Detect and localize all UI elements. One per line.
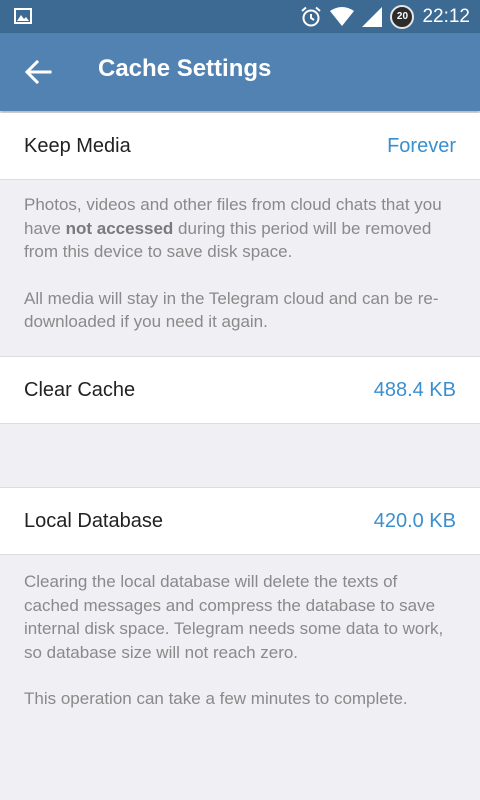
clear-cache-row[interactable]: Clear Cache 488.4 KB: [0, 357, 480, 423]
keep-media-row[interactable]: Keep Media Forever: [0, 113, 480, 179]
divider: [0, 423, 480, 424]
clear-cache-label: Clear Cache: [24, 379, 136, 401]
keep-media-info: Photos, videos and other files from clou…: [24, 193, 456, 334]
local-database-label: Local Database: [24, 510, 163, 532]
signal-icon: [362, 6, 383, 27]
image-icon: [14, 8, 32, 24]
app-bar: Cache Settings: [0, 33, 480, 111]
arrow-back-icon[interactable]: [24, 58, 52, 86]
alarm-icon: [301, 6, 322, 26]
database-info-paragraph-1: Clearing the local database will delete …: [24, 572, 444, 662]
divider: [0, 179, 480, 180]
keep-media-label: Keep Media: [24, 135, 131, 157]
status-bar: 20 22:12: [0, 0, 480, 33]
keep-media-info-paragraph-1: Photos, videos and other files from clou…: [24, 195, 442, 261]
status-time: 22:12: [422, 5, 470, 27]
database-info-paragraph-2: This operation can take a few minutes to…: [24, 689, 408, 708]
database-info: Clearing the local database will delete …: [24, 570, 456, 711]
keep-media-value[interactable]: Forever: [387, 113, 456, 179]
local-database-value: 420.0 KB: [373, 510, 456, 532]
keep-media-info-paragraph-2: All media will stay in the Telegram clou…: [24, 288, 439, 332]
clear-cache-value: 488.4 KB: [373, 379, 456, 401]
page-title: Cache Settings: [98, 55, 272, 82]
wifi-icon: [330, 6, 355, 26]
notification-badge: 20: [390, 4, 415, 29]
local-database-row[interactable]: Local Database 420.0 KB: [0, 488, 480, 554]
divider: [0, 554, 480, 555]
